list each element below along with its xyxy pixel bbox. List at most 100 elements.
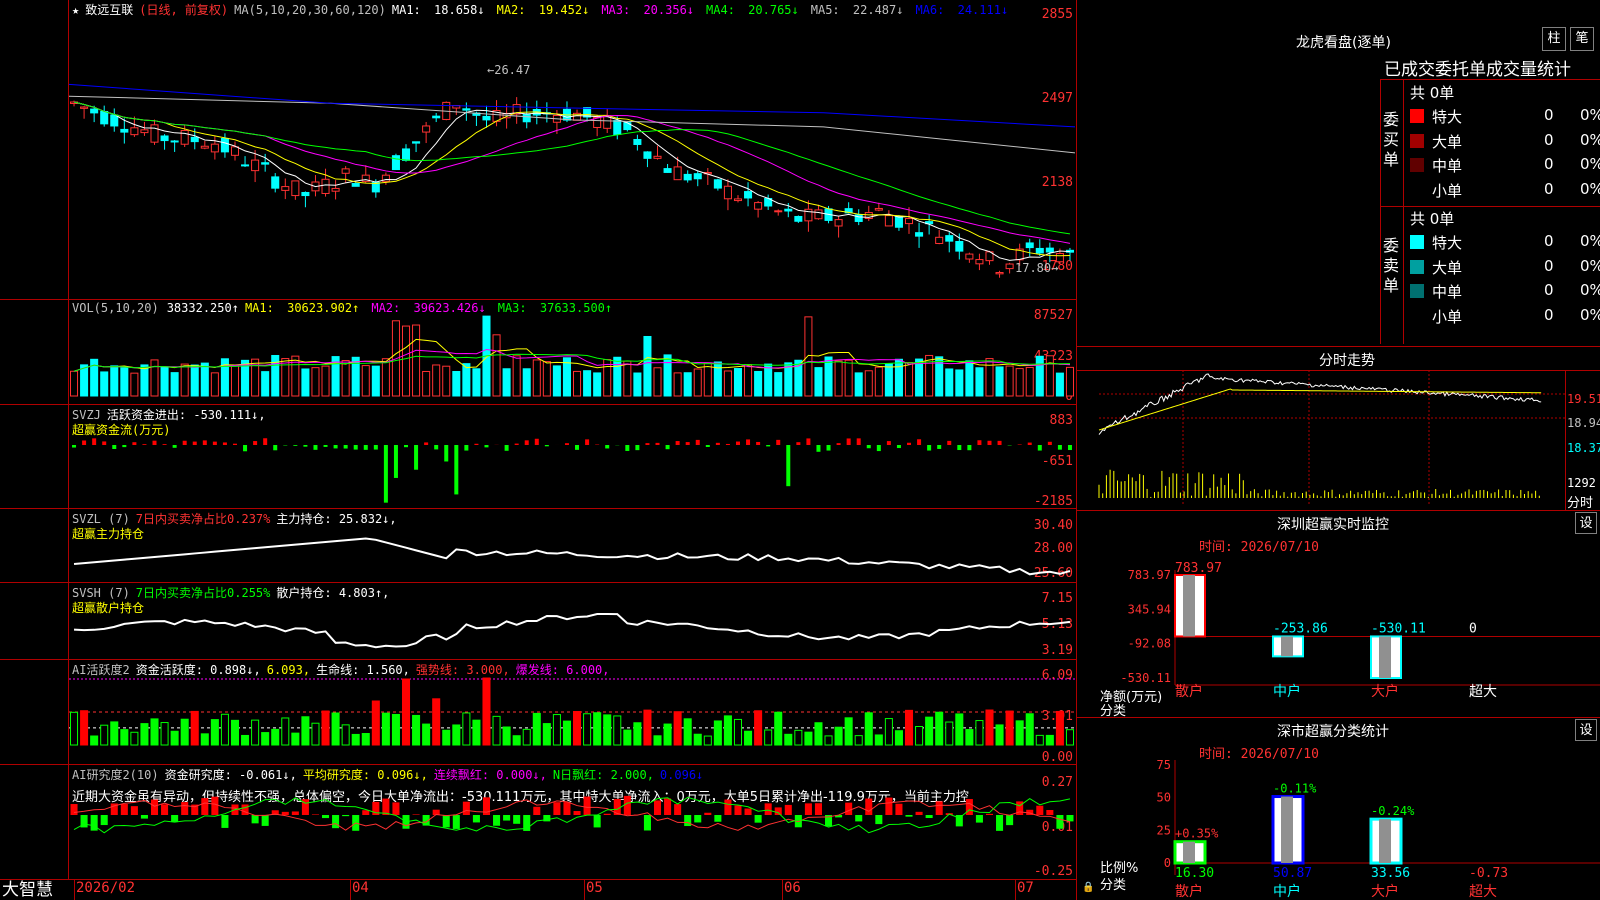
flow-bar [705,445,710,447]
sz-classify-category: 散户 [1175,883,1203,900]
research-bar [201,798,209,815]
flow-bar [826,445,831,451]
volume-bar [653,367,662,397]
research-bar [603,813,611,815]
research-bar [804,803,812,815]
sz-classify-bar-shade [1183,841,1195,863]
flow-bar [1057,445,1062,450]
flow-bar [735,441,740,445]
buy-row: 特大 0 0% [1408,104,1600,128]
flow-bar [333,445,338,449]
candle [633,139,642,145]
color-swatch [1410,109,1424,123]
volume-bar [341,360,350,397]
active-bar [985,709,994,746]
sz-monitor-value-label: -530.11 [1371,621,1426,636]
active-bar [492,715,501,746]
intraday-chart[interactable] [1098,370,1565,510]
row-pct: 0% [1580,130,1600,149]
pen-mode-button[interactable]: 笔 [1570,27,1594,51]
active-bar [130,731,139,746]
research-bar [261,815,269,826]
volume-bar [532,359,541,397]
svzl-chart[interactable] [69,520,1075,580]
chart-area[interactable]: ★ 致远互联 (日线, 前复权) MA(5,10,20,30,60,120) MA1: … [0,0,1094,900]
flow-bar [1027,442,1032,445]
volume-bar [693,368,702,397]
research-bar [241,804,249,815]
x-axis-label: 2026/02 [76,880,136,896]
sell-row: 小单 0 0% [1408,304,1600,328]
candle [1005,263,1014,270]
research-bar [362,810,370,815]
sz-monitor-chart[interactable]: 783.97 345.94 -92.08 -530.11 783.97 散户 -253.86… [1077,550,1600,720]
active-bar [401,678,411,746]
price-chart[interactable] [68,14,1076,284]
sz-classify-ytick: 25 [1157,823,1171,837]
research-bar [1006,815,1014,826]
sz-monitor-value-label: -253.86 [1273,621,1328,636]
research-bar [674,804,682,815]
volume-bar [593,372,602,397]
candle [955,240,964,252]
volume-chart[interactable] [69,315,1075,398]
volume-bar [140,364,149,397]
sz-classify-settings-button[interactable]: 设 [1575,719,1597,741]
avg-research-value: 平均研究度: 0.096↓, [302,768,428,782]
candle [271,176,280,189]
flow-bar [212,441,217,445]
research-bar [855,815,863,822]
svsh-chart[interactable] [69,600,1075,656]
flow-bar [766,445,771,447]
x-axis-label: 06 [784,880,801,896]
active-bar [70,711,79,746]
volume-bar [1055,372,1064,397]
flow-bar [655,442,660,445]
candle [341,168,350,174]
vol-value: 38332.250↑ [166,301,239,315]
candle [190,136,199,143]
research-bar [70,804,78,815]
sz-monitor-category: 大户 [1371,683,1399,700]
svzj-chart[interactable] [69,420,1075,505]
sz-classify-change-label: -0.24% [1371,804,1415,818]
row-label: 中单 [1432,283,1463,301]
sz-classify-chart[interactable]: 75 50 25 0 +0.35% 16.30 散户 -0.11% 50.87 中户 -0.24% 3… [1077,755,1600,900]
active-bar [603,714,612,746]
flow-bar [907,442,912,445]
research-bar [211,796,219,815]
candle [90,108,99,114]
candle [401,148,411,161]
flow-bar [303,445,308,447]
flow-bar [665,445,670,450]
research-bar [493,815,501,826]
active-bar [1055,710,1064,746]
research-value: 资金研究度: -0.061↓, [164,768,297,782]
candle [110,114,119,127]
active-bar [371,700,380,746]
active-bar [975,720,984,746]
vol-ma1-label: MA1: [244,301,274,315]
research-bar [744,808,752,815]
ai-research-chart[interactable] [69,795,1075,876]
sz-monitor-settings-button[interactable]: 设 [1575,512,1597,534]
active-bar [391,713,400,746]
active-bar [1045,734,1054,746]
ai-active-chart[interactable] [69,675,1075,760]
high-marker-value: 26.47 [494,63,531,77]
bar-mode-button[interactable]: 柱 [1542,27,1566,51]
candle [100,110,109,125]
volume-bar [442,365,451,397]
row-label: 大单 [1432,132,1463,151]
ma6-line [68,83,1076,128]
candle [422,125,431,133]
candle [874,207,883,211]
low-marker-value: 17.80 [1015,261,1052,275]
research-bar [412,814,420,815]
flow-bar [524,440,529,445]
row-label: 特大 [1432,108,1463,126]
flow-bar [232,443,237,445]
research-bar [1046,810,1054,815]
sz-monitor-title: 深圳超赢实时监控 [1277,517,1389,533]
row-pct: 0% [1580,155,1600,173]
